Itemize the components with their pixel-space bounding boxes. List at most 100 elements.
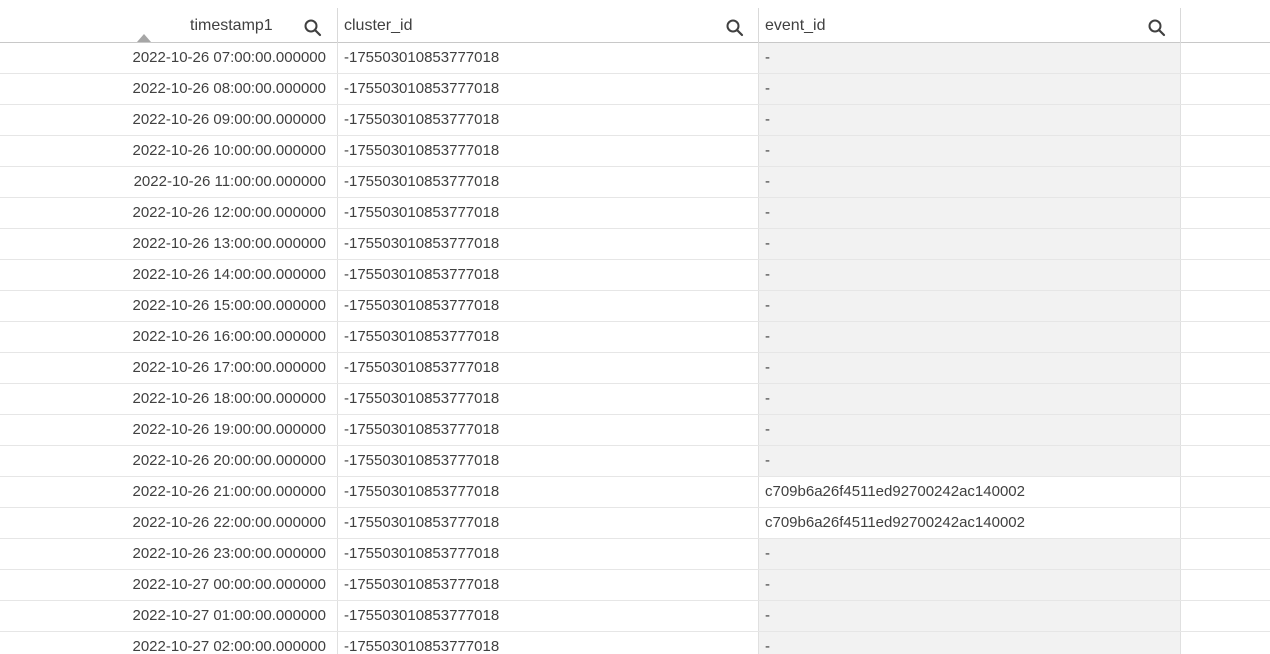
cell-timestamp1[interactable]: 2022-10-26 09:00:00.000000 — [0, 105, 338, 135]
cell-timestamp1[interactable]: 2022-10-26 07:00:00.000000 — [0, 43, 338, 73]
cell-empty — [1181, 415, 1270, 445]
cell-event-id[interactable]: - — [759, 632, 1181, 654]
table-row[interactable]: 2022-10-26 20:00:00.000000 -1755030108537… — [0, 446, 1270, 477]
cell-event-id[interactable]: - — [759, 43, 1181, 73]
cell-cluster-id[interactable]: -175503010853777018 — [338, 539, 759, 569]
cell-cluster-id[interactable]: -175503010853777018 — [338, 508, 759, 538]
cell-cluster-id[interactable]: -175503010853777018 — [338, 74, 759, 104]
cell-event-id[interactable]: - — [759, 105, 1181, 135]
table-header: timestamp1 cluster_id event_id — [0, 8, 1270, 43]
cell-timestamp1[interactable]: 2022-10-26 21:00:00.000000 — [0, 477, 338, 507]
cell-cluster-id[interactable]: -175503010853777018 — [338, 384, 759, 414]
cell-event-id[interactable]: - — [759, 601, 1181, 631]
cell-cluster-id[interactable]: -175503010853777018 — [338, 322, 759, 352]
cell-empty — [1181, 167, 1270, 197]
cell-cluster-id[interactable]: -175503010853777018 — [338, 136, 759, 166]
cell-timestamp1[interactable]: 2022-10-26 16:00:00.000000 — [0, 322, 338, 352]
cell-cluster-id[interactable]: -175503010853777018 — [338, 105, 759, 135]
cell-timestamp1[interactable]: 2022-10-26 22:00:00.000000 — [0, 508, 338, 538]
cell-timestamp1[interactable]: 2022-10-26 19:00:00.000000 — [0, 415, 338, 445]
cell-cluster-id[interactable]: -175503010853777018 — [338, 570, 759, 600]
cell-timestamp1[interactable]: 2022-10-26 18:00:00.000000 — [0, 384, 338, 414]
table-row[interactable]: 2022-10-27 00:00:00.000000 -1755030108537… — [0, 570, 1270, 601]
sort-ascending-icon[interactable] — [137, 34, 151, 42]
cell-event-id[interactable]: - — [759, 74, 1181, 104]
search-icon[interactable] — [725, 16, 745, 37]
cell-event-id[interactable]: - — [759, 446, 1181, 476]
cell-empty — [1181, 136, 1270, 166]
cell-event-id[interactable]: - — [759, 229, 1181, 259]
cell-event-id[interactable]: - — [759, 136, 1181, 166]
cell-timestamp1[interactable]: 2022-10-26 15:00:00.000000 — [0, 291, 338, 321]
cell-cluster-id[interactable]: -175503010853777018 — [338, 353, 759, 383]
cell-timestamp1[interactable]: 2022-10-26 14:00:00.000000 — [0, 260, 338, 290]
cell-event-id[interactable]: - — [759, 260, 1181, 290]
cell-empty — [1181, 539, 1270, 569]
cell-event-id[interactable]: - — [759, 198, 1181, 228]
cell-event-id[interactable]: - — [759, 291, 1181, 321]
cell-timestamp1[interactable]: 2022-10-26 10:00:00.000000 — [0, 136, 338, 166]
cell-timestamp1[interactable]: 2022-10-26 11:00:00.000000 — [0, 167, 338, 197]
cell-empty — [1181, 105, 1270, 135]
cell-event-id[interactable]: - — [759, 353, 1181, 383]
cell-cluster-id[interactable]: -175503010853777018 — [338, 415, 759, 445]
cell-cluster-id[interactable]: -175503010853777018 — [338, 229, 759, 259]
table-row[interactable]: 2022-10-26 11:00:00.000000 -1755030108537… — [0, 167, 1270, 198]
search-icon[interactable] — [1147, 16, 1167, 37]
table-row[interactable]: 2022-10-26 10:00:00.000000 -1755030108537… — [0, 136, 1270, 167]
cell-event-id[interactable]: - — [759, 167, 1181, 197]
cell-event-id[interactable]: - — [759, 384, 1181, 414]
column-header-event-id[interactable]: event_id — [759, 8, 1181, 43]
cell-empty — [1181, 477, 1270, 507]
cell-cluster-id[interactable]: -175503010853777018 — [338, 198, 759, 228]
column-header-timestamp1[interactable]: timestamp1 — [0, 8, 338, 43]
column-header-cluster-id[interactable]: cluster_id — [338, 8, 759, 43]
table-row[interactable]: 2022-10-26 18:00:00.000000 -1755030108537… — [0, 384, 1270, 415]
cell-cluster-id[interactable]: -175503010853777018 — [338, 477, 759, 507]
table-row[interactable]: 2022-10-26 19:00:00.000000 -1755030108537… — [0, 415, 1270, 446]
cell-event-id[interactable]: - — [759, 415, 1181, 445]
cell-event-id[interactable]: c709b6a26f4511ed92700242ac140002 — [759, 477, 1181, 507]
cell-timestamp1[interactable]: 2022-10-26 17:00:00.000000 — [0, 353, 338, 383]
cell-cluster-id[interactable]: -175503010853777018 — [338, 446, 759, 476]
table-row[interactable]: 2022-10-26 07:00:00.000000 -1755030108537… — [0, 43, 1270, 74]
table-row[interactable]: 2022-10-26 17:00:00.000000 -1755030108537… — [0, 353, 1270, 384]
cell-cluster-id[interactable]: -175503010853777018 — [338, 291, 759, 321]
table-row[interactable]: 2022-10-26 09:00:00.000000 -1755030108537… — [0, 105, 1270, 136]
cell-empty — [1181, 384, 1270, 414]
cell-cluster-id[interactable]: -175503010853777018 — [338, 601, 759, 631]
table-row[interactable]: 2022-10-27 02:00:00.000000 -1755030108537… — [0, 632, 1270, 654]
cell-event-id[interactable]: c709b6a26f4511ed92700242ac140002 — [759, 508, 1181, 538]
table-row[interactable]: 2022-10-26 21:00:00.000000 -1755030108537… — [0, 477, 1270, 508]
cell-timestamp1[interactable]: 2022-10-26 08:00:00.000000 — [0, 74, 338, 104]
cell-empty — [1181, 322, 1270, 352]
cell-event-id[interactable]: - — [759, 322, 1181, 352]
table-row[interactable]: 2022-10-26 15:00:00.000000 -1755030108537… — [0, 291, 1270, 322]
cell-timestamp1[interactable]: 2022-10-27 02:00:00.000000 — [0, 632, 338, 654]
table-row[interactable]: 2022-10-26 13:00:00.000000 -1755030108537… — [0, 229, 1270, 260]
table-row[interactable]: 2022-10-26 16:00:00.000000 -1755030108537… — [0, 322, 1270, 353]
table-row[interactable]: 2022-10-26 14:00:00.000000 -1755030108537… — [0, 260, 1270, 291]
search-icon[interactable] — [303, 16, 323, 37]
cell-cluster-id[interactable]: -175503010853777018 — [338, 167, 759, 197]
cell-cluster-id[interactable]: -175503010853777018 — [338, 260, 759, 290]
cell-cluster-id[interactable]: -175503010853777018 — [338, 43, 759, 73]
table-row[interactable]: 2022-10-27 01:00:00.000000 -1755030108537… — [0, 601, 1270, 632]
table-row[interactable]: 2022-10-26 12:00:00.000000 -1755030108537… — [0, 198, 1270, 229]
table-row[interactable]: 2022-10-26 23:00:00.000000 -1755030108537… — [0, 539, 1270, 570]
table-top-strip — [0, 0, 1270, 8]
cell-cluster-id[interactable]: -175503010853777018 — [338, 632, 759, 654]
cell-timestamp1[interactable]: 2022-10-26 23:00:00.000000 — [0, 539, 338, 569]
cell-timestamp1[interactable]: 2022-10-26 13:00:00.000000 — [0, 229, 338, 259]
cell-empty — [1181, 291, 1270, 321]
cell-timestamp1[interactable]: 2022-10-27 01:00:00.000000 — [0, 601, 338, 631]
cell-event-id[interactable]: - — [759, 570, 1181, 600]
cell-empty — [1181, 229, 1270, 259]
cell-timestamp1[interactable]: 2022-10-27 00:00:00.000000 — [0, 570, 338, 600]
table-row[interactable]: 2022-10-26 08:00:00.000000 -1755030108537… — [0, 74, 1270, 105]
table-row[interactable]: 2022-10-26 22:00:00.000000 -1755030108537… — [0, 508, 1270, 539]
cell-empty — [1181, 508, 1270, 538]
cell-timestamp1[interactable]: 2022-10-26 12:00:00.000000 — [0, 198, 338, 228]
cell-event-id[interactable]: - — [759, 539, 1181, 569]
cell-timestamp1[interactable]: 2022-10-26 20:00:00.000000 — [0, 446, 338, 476]
